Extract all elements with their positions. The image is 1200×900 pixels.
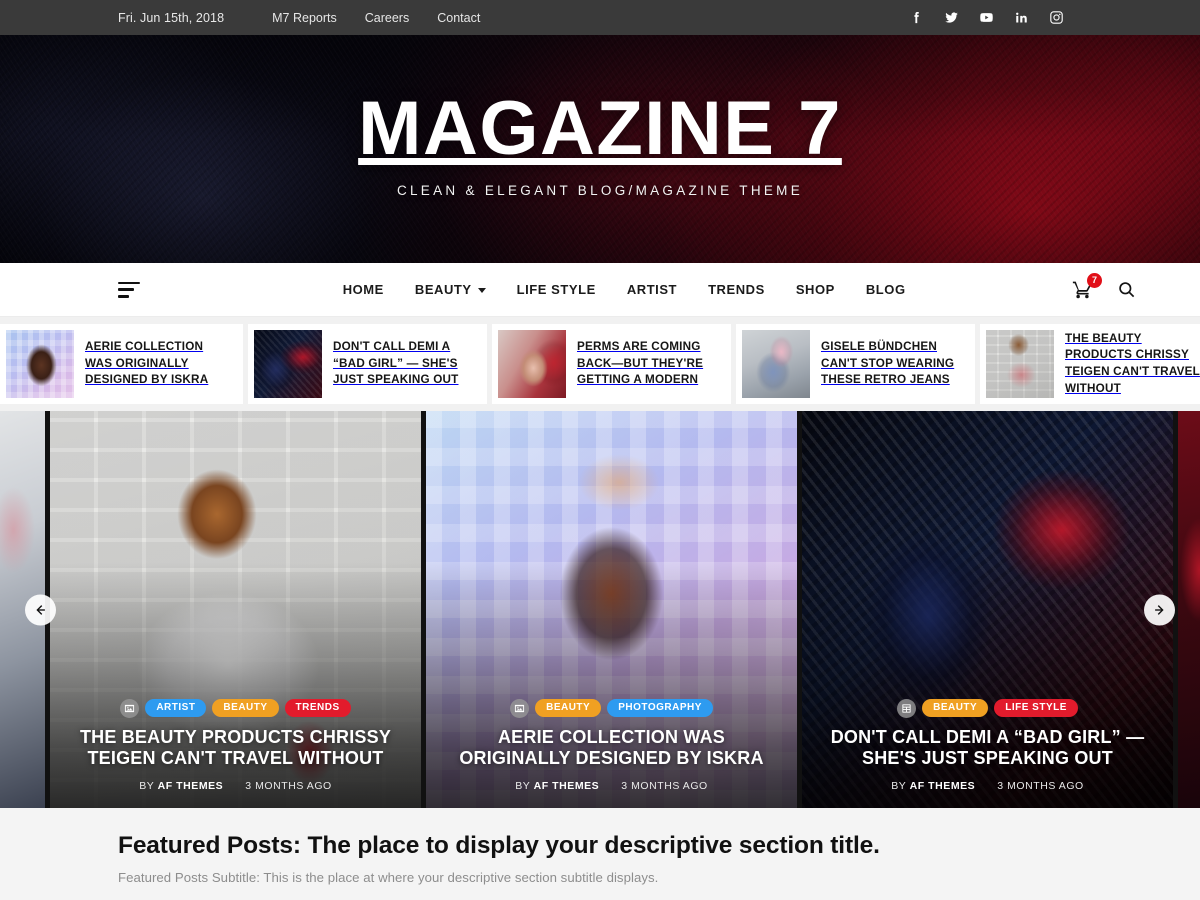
slide-category[interactable]: BEAUTY — [535, 699, 602, 718]
slide-author-prefix: BY — [891, 780, 907, 792]
slider-prev-arrow-icon[interactable] — [25, 594, 56, 625]
shopping-cart-icon[interactable]: 7 — [1071, 272, 1102, 301]
slide-partial-right[interactable] — [1178, 411, 1200, 808]
featured-slider: ARTIST BEAUTY TRENDS THE BEAUTY PRODUCTS… — [0, 411, 1200, 808]
site-tagline: CLEAN & ELEGANT BLOG/MAGAZINE THEME — [396, 182, 804, 198]
headline-ticker: AERIE COLLECTION WAS ORIGINALLY DESIGNED… — [0, 317, 1200, 411]
search-icon[interactable] — [1117, 280, 1136, 299]
chevron-down-icon — [477, 288, 486, 293]
nav-item-shop[interactable]: SHOP — [796, 282, 835, 297]
featured-posts-title: Featured Posts: The place to display you… — [118, 832, 880, 859]
slide-category[interactable]: LIFE STYLE — [994, 699, 1078, 718]
featured-posts-subtitle: Featured Posts Subtitle: This is the pla… — [118, 870, 659, 886]
nav-item-trends[interactable]: TRENDS — [708, 282, 765, 297]
slide-meta: BY AF THEMES 3 MONTHS AGO — [68, 780, 403, 792]
current-date: Fri. Jun 15th, 2018 — [118, 10, 225, 25]
slide-category-row: ARTIST BEAUTY TRENDS — [68, 698, 403, 718]
ticker-item[interactable]: DON'T CALL DEMI A “BAD GIRL” — SHE'S JUS… — [248, 324, 487, 404]
slide-item[interactable]: ARTIST BEAUTY TRENDS THE BEAUTY PRODUCTS… — [50, 411, 421, 808]
primary-menu: HOME BEAUTY LIFE STYLE ARTIST TRENDS SHO… — [223, 282, 906, 297]
ticker-title: THE BEAUTY PRODUCTS CHRISSY TEIGEN CAN'T… — [1065, 331, 1200, 395]
slide-image — [1178, 411, 1200, 808]
topbar-link-careers[interactable]: Careers — [365, 11, 409, 25]
nav-item-beauty[interactable]: BEAUTY — [415, 282, 486, 297]
facebook-icon[interactable] — [909, 10, 924, 25]
slide-title[interactable]: DON'T CALL DEMI A “BAD GIRL” — SHE'S JUS… — [820, 727, 1155, 770]
nav-item-label: TRENDS — [708, 282, 765, 297]
slider-next-arrow-icon[interactable] — [1144, 594, 1175, 625]
ticker-thumbnail — [498, 330, 566, 398]
ticker-thumbnail — [986, 330, 1054, 398]
slide-date: 3 MONTHS AGO — [621, 780, 708, 792]
ticker-item[interactable]: THE BEAUTY PRODUCTS CHRISSY TEIGEN CAN'T… — [980, 324, 1200, 404]
nav-item-blog[interactable]: BLOG — [866, 282, 906, 297]
nav-item-label: BLOG — [865, 282, 906, 297]
slide-category-row: BEAUTY LIFE STYLE — [820, 698, 1155, 718]
nav-item-label: SHOP — [795, 282, 835, 297]
slide-meta: BY AF THEMES 3 MONTHS AGO — [444, 780, 779, 792]
youtube-icon[interactable] — [979, 10, 994, 25]
slide-title[interactable]: AERIE COLLECTION WAS ORIGINALLY DESIGNED… — [444, 727, 779, 770]
featured-posts-section: Featured Posts: The place to display you… — [0, 808, 1200, 900]
slide-author[interactable]: AF THEMES — [910, 780, 976, 792]
ticker-title: AERIE COLLECTION WAS ORIGINALLY DESIGNED… — [85, 340, 209, 387]
ticker-thumbnail — [254, 330, 322, 398]
site-header-banner: MAGAZINE 7 CLEAN & ELEGANT BLOG/MAGAZINE… — [0, 35, 1200, 263]
slide-category[interactable]: BEAUTY — [212, 699, 279, 718]
image-format-icon — [510, 698, 530, 718]
slide-date: 3 MONTHS AGO — [997, 780, 1084, 792]
ticker-thumbnail — [6, 330, 74, 398]
main-navigation: HOME BEAUTY LIFE STYLE ARTIST TRENDS SHO… — [0, 263, 1200, 317]
image-format-icon — [120, 698, 140, 718]
slide-item[interactable]: BEAUTY LIFE STYLE DON'T CALL DEMI A “BAD… — [802, 411, 1173, 808]
topbar-link-contact[interactable]: Contact — [437, 11, 480, 25]
top-bar: Fri. Jun 15th, 2018 M7 Reports Careers C… — [0, 0, 1200, 35]
slide-category[interactable]: TRENDS — [284, 699, 351, 718]
slide-author-prefix: BY — [139, 780, 155, 792]
slide-category[interactable]: BEAUTY — [922, 699, 989, 718]
nav-item-life-style[interactable]: LIFE STYLE — [517, 282, 596, 297]
ticker-title: PERMS ARE COMING BACK—BUT THEY'RE GETTIN… — [577, 340, 704, 387]
slide-item[interactable]: BEAUTY PHOTOGRAPHY AERIE COLLECTION WAS … — [426, 411, 797, 808]
slide-title[interactable]: THE BEAUTY PRODUCTS CHRISSY TEIGEN CAN'T… — [68, 727, 403, 770]
slide-date: 3 MONTHS AGO — [245, 780, 332, 792]
twitter-icon[interactable] — [944, 10, 959, 25]
topbar-link-m7-reports[interactable]: M7 Reports — [272, 11, 337, 25]
hamburger-icon[interactable] — [118, 281, 140, 298]
slide-category[interactable]: ARTIST — [145, 699, 207, 718]
nav-actions: 7 — [1071, 272, 1136, 301]
ticker-title: GISELE BÜNDCHEN CAN'T STOP WEARING THESE… — [821, 340, 955, 387]
slide-category[interactable]: PHOTOGRAPHY — [607, 699, 713, 718]
cart-count-badge: 7 — [1087, 272, 1102, 288]
linkedin-icon[interactable] — [1014, 10, 1029, 25]
top-bar-menu: M7 Reports Careers Contact — [272, 11, 480, 25]
slide-author-prefix: BY — [515, 780, 531, 792]
nav-item-label: HOME — [342, 282, 384, 297]
slide-meta: BY AF THEMES 3 MONTHS AGO — [820, 780, 1155, 792]
nav-item-home[interactable]: HOME — [343, 282, 384, 297]
instagram-icon[interactable] — [1049, 10, 1064, 25]
gallery-format-icon — [897, 698, 917, 718]
slide-category-row: BEAUTY PHOTOGRAPHY — [444, 698, 779, 718]
slide-author[interactable]: AF THEMES — [534, 780, 600, 792]
ticker-item[interactable]: GISELE BÜNDCHEN CAN'T STOP WEARING THESE… — [736, 324, 975, 404]
ticker-item[interactable]: AERIE COLLECTION WAS ORIGINALLY DESIGNED… — [0, 324, 243, 404]
site-title[interactable]: MAGAZINE 7 — [358, 90, 842, 167]
nav-item-label: LIFE STYLE — [516, 282, 596, 297]
ticker-thumbnail — [742, 330, 810, 398]
nav-item-label: ARTIST — [626, 282, 678, 297]
slide-author[interactable]: AF THEMES — [158, 780, 224, 792]
nav-item-label: BEAUTY — [414, 282, 472, 297]
ticker-title: DON'T CALL DEMI A “BAD GIRL” — SHE'S JUS… — [333, 340, 459, 387]
nav-item-artist[interactable]: ARTIST — [627, 282, 677, 297]
ticker-item[interactable]: PERMS ARE COMING BACK—BUT THEY'RE GETTIN… — [492, 324, 731, 404]
social-links — [909, 10, 1176, 25]
